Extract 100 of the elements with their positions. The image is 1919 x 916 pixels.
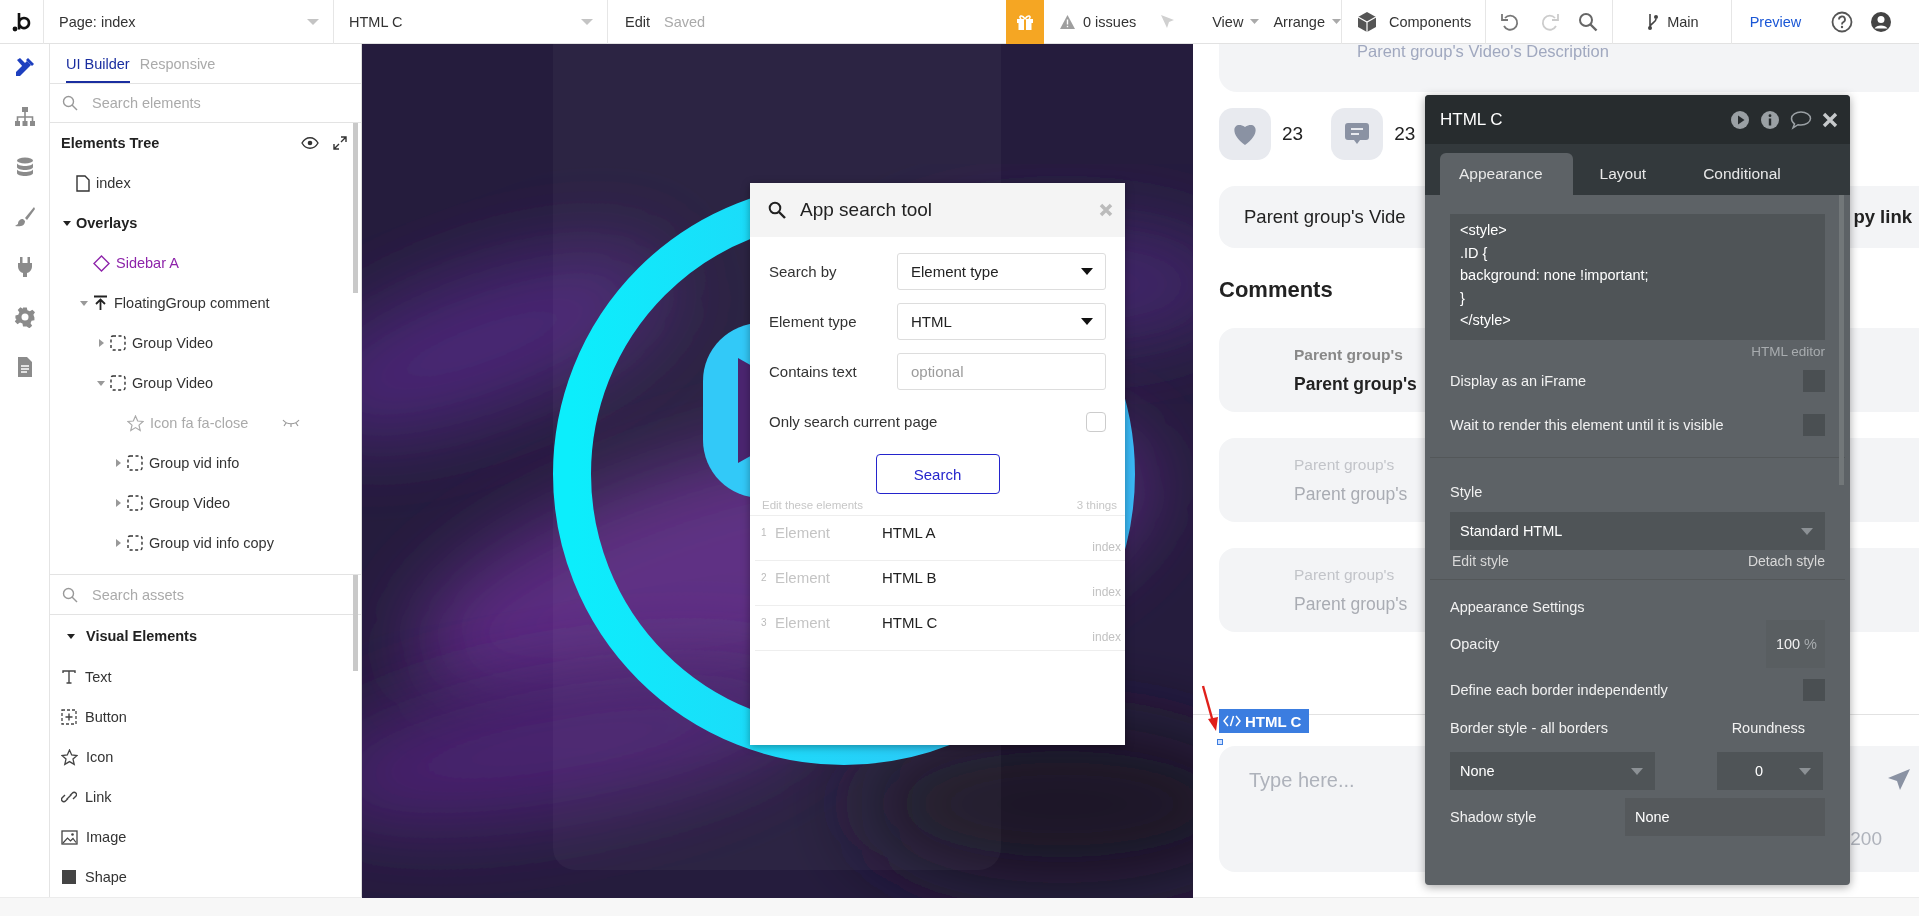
brush-icon[interactable]	[13, 206, 36, 228]
warning-icon	[1060, 14, 1075, 29]
opacity-field[interactable]: 100 %	[1765, 620, 1825, 668]
tree-item[interactable]: Group Video	[132, 375, 214, 392]
branch-icon	[1647, 12, 1660, 31]
field-label: Contains text	[769, 363, 857, 380]
components-button[interactable]: Components	[1355, 6, 1472, 37]
caret-icon	[307, 17, 319, 26]
float-top-icon	[93, 295, 108, 312]
tree-item[interactable]: Overlays	[76, 215, 138, 232]
square-icon	[61, 869, 77, 885]
info-icon[interactable]	[1760, 109, 1780, 130]
pointer-arrow	[1201, 685, 1219, 733]
element-badge[interactable]: HTML C	[1219, 709, 1310, 733]
option-label: Wait to render this element until it is visible	[1450, 417, 1724, 433]
gift-button[interactable]	[1006, 0, 1044, 44]
result-page: index	[1092, 540, 1121, 554]
search-field[interactable]: Search assets	[90, 585, 334, 604]
play-icon[interactable]	[1730, 109, 1750, 130]
text-field[interactable]: optional	[897, 353, 1106, 390]
caret-icon	[1081, 268, 1093, 275]
panel-tab[interactable]: UI Builder	[66, 55, 130, 83]
edit-menu[interactable]: Edit	[625, 6, 650, 37]
tree-item[interactable]: index	[96, 175, 131, 192]
shadow-dropdown[interactable]: None	[1625, 798, 1825, 836]
field-label: Search by	[769, 263, 837, 280]
search-icon	[62, 586, 78, 603]
group-title[interactable]: Visual Elements	[86, 628, 197, 644]
text-icon	[61, 669, 77, 685]
tree-item[interactable]: FloatingGroup comment	[114, 295, 270, 312]
copy-link[interactable]: py link	[1853, 206, 1912, 228]
option-label: Roundness	[1731, 720, 1805, 736]
save-status: Saved	[664, 13, 706, 30]
caret-icon	[1081, 318, 1093, 325]
help-icon[interactable]	[1831, 10, 1854, 33]
undo-icon[interactable]	[1500, 11, 1521, 32]
send-icon[interactable]	[1887, 768, 1911, 792]
select-field[interactable]: HTML	[897, 303, 1106, 340]
comment-icon[interactable]	[1790, 109, 1812, 130]
tree-item[interactable]: Group vid info copy	[149, 535, 274, 552]
tree-title: Elements Tree	[61, 135, 161, 152]
result-name[interactable]: HTML B	[882, 569, 937, 586]
resize-handle[interactable]	[1217, 739, 1223, 745]
editor-title: HTML C	[1440, 109, 1504, 130]
code-editor[interactable]: <style> .ID { background: none !important; } </style>	[1450, 214, 1825, 340]
preview-button[interactable]: Preview	[1749, 6, 1802, 37]
eye-icon[interactable]	[301, 137, 319, 150]
caret-icon[interactable]	[66, 631, 76, 641]
element-dropdown[interactable]: HTML C	[333, 0, 608, 44]
share-text: Parent group's Vide	[1244, 206, 1406, 228]
result-type: Element	[775, 614, 831, 631]
view-menu[interactable]: View	[1212, 6, 1260, 37]
asset-item[interactable]: Icon	[86, 749, 114, 765]
group-icon	[110, 335, 126, 352]
checkbox[interactable]	[1086, 411, 1106, 432]
editor-tab[interactable]: Appearance	[1440, 153, 1573, 195]
branch-button[interactable]: Main	[1647, 6, 1699, 37]
roundness-dropdown[interactable]: 0	[1717, 752, 1823, 790]
style-dropdown[interactable]: Standard HTML	[1450, 512, 1825, 550]
page-dropdown[interactable]: Page: index	[43, 0, 333, 44]
border-dropdown[interactable]: None	[1450, 752, 1655, 790]
issues-button[interactable]: 0 issues	[1060, 6, 1137, 37]
detach-style-link[interactable]: Detach style	[1747, 553, 1825, 569]
tree-item[interactable]: Group Video	[132, 335, 214, 352]
search-field[interactable]: Search elements	[90, 94, 334, 113]
option-label: Opacity	[1450, 636, 1500, 652]
search-button[interactable]: Search	[875, 454, 1000, 494]
option-label: Display as an iFrame	[1450, 373, 1587, 389]
logo-icon[interactable]	[11, 10, 32, 33]
edit-style-link[interactable]: Edit style	[1452, 553, 1509, 569]
option-label: Border style - all borders	[1450, 720, 1608, 736]
result-name[interactable]: HTML C	[882, 614, 938, 631]
close-icon[interactable]	[1822, 111, 1838, 128]
select-field[interactable]: Element type	[897, 253, 1106, 290]
design-tools-icon[interactable]	[13, 56, 36, 78]
result-name[interactable]: HTML A	[882, 524, 936, 541]
editor-tab[interactable]: Conditional	[1684, 153, 1811, 195]
hidden-eye-icon[interactable]	[282, 419, 301, 428]
tree-item[interactable]: Group Video	[149, 495, 231, 512]
settings-icon[interactable]	[13, 306, 36, 328]
expand-icon[interactable]	[333, 136, 347, 151]
sitemap-icon[interactable]	[13, 106, 36, 128]
tree-item[interactable]: Sidebar A	[116, 255, 179, 272]
link-icon	[61, 789, 77, 805]
asset-item[interactable]: Image	[86, 829, 127, 845]
star-icon	[61, 748, 78, 766]
asset-item[interactable]: Shape	[85, 869, 127, 885]
result-number: 1	[761, 527, 767, 538]
comment-author: Parent group's	[1294, 345, 1403, 364]
editor-tab[interactable]: Layout	[1580, 153, 1677, 195]
arrange-menu[interactable]: Arrange	[1273, 6, 1341, 37]
avatar-icon[interactable]	[1870, 10, 1893, 33]
like-button[interactable]	[1219, 108, 1271, 160]
group-icon	[127, 495, 143, 512]
asset-item[interactable]: Link	[85, 789, 112, 805]
asset-item[interactable]: Text	[85, 669, 112, 685]
tree-item[interactable]: Group vid info	[149, 455, 240, 472]
comment-button[interactable]	[1331, 108, 1384, 160]
asset-item[interactable]: Button	[85, 709, 127, 725]
search-icon[interactable]	[1578, 11, 1599, 32]
